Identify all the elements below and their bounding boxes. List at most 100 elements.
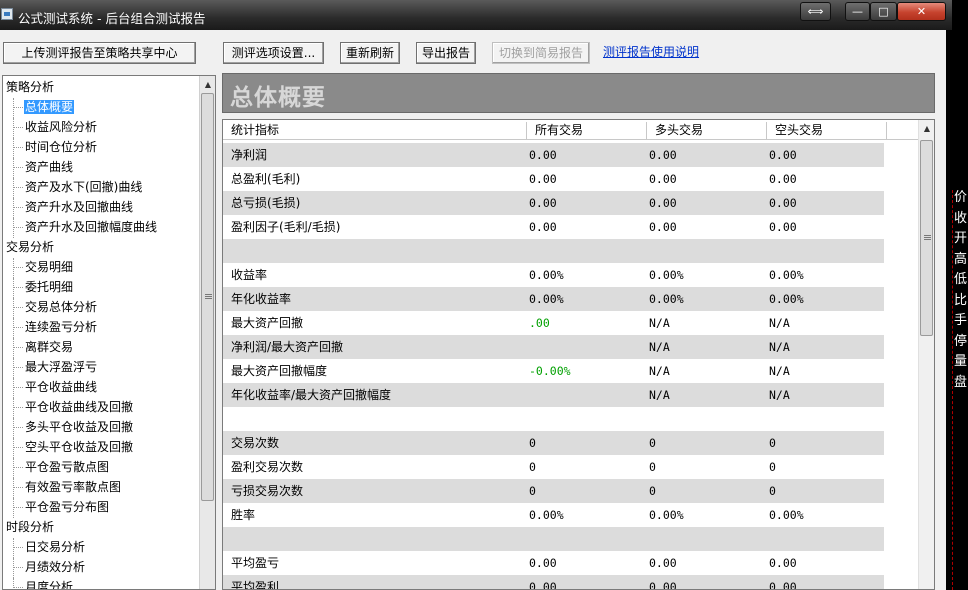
test-options-button[interactable]: 测评选项设置... (223, 42, 324, 64)
quote-label: 停 (954, 333, 968, 349)
report-nav-tree: 策略分析 总体概要 收益风险分析 时间仓位分析 资产曲线 资产及水下(回撤)曲线 资产升水及… (2, 75, 216, 590)
export-report-button[interactable]: 导出报告 (416, 42, 476, 64)
window-title: 公式测试系统 - 后台组合测试报告 (18, 11, 206, 26)
upload-report-button[interactable]: 上传测评报告至策略共享中心 (3, 42, 196, 64)
long-trades-cell: 0.00 (649, 196, 677, 210)
table-row[interactable]: 最大资产回撤幅度 -0.00% N/A N/A (223, 359, 918, 383)
tree-item-label: 日交易分析 (25, 540, 86, 554)
long-trades-cell: 0.00 (649, 148, 677, 162)
tree-item[interactable]: 时间仓位分析 (3, 138, 199, 158)
tree-scrollbar[interactable]: ▲ (199, 76, 215, 589)
table-row[interactable]: 年化收益率/最大资产回撤幅度 N/A N/A (223, 383, 918, 407)
tree-item[interactable]: 交易总体分析 (3, 298, 199, 318)
all-trades-cell: 0 (529, 460, 536, 474)
tree-item[interactable]: 收益风险分析 (3, 118, 199, 138)
tree-item[interactable]: 资产曲线 (3, 158, 199, 178)
tree-category[interactable]: 策略分析 (3, 78, 199, 98)
short-trades-cell: N/A (769, 388, 790, 402)
table-row[interactable]: 总亏损(毛损) 0.00 0.00 0.00 (223, 191, 918, 215)
switch-simple-report-button[interactable]: 切换到简易报告 (492, 42, 590, 64)
grid-scroll-thumb[interactable] (920, 140, 933, 336)
table-row[interactable]: 净利润 0.00 0.00 0.00 (223, 143, 918, 167)
tree-item[interactable]: 总体概要 (3, 98, 199, 118)
quote-label: 手 (954, 313, 968, 328)
table-row[interactable]: 交易次数 0 0 0 (223, 431, 918, 455)
tree-item[interactable]: 平仓收益曲线及回撤 (3, 398, 199, 418)
tree-item[interactable]: 平仓盈亏分布图 (3, 498, 199, 518)
scroll-up-arrow-icon[interactable]: ▲ (200, 76, 215, 93)
table-row[interactable]: 总盈利(毛利) 0.00 0.00 0.00 (223, 167, 918, 191)
tree-category[interactable]: 交易分析 (3, 238, 199, 258)
table-row[interactable]: 平均盈利 0.00 0.00 0.00 (223, 575, 918, 589)
tree-item[interactable]: 平仓收益曲线 (3, 378, 199, 398)
tree-item-label: 最大浮盈浮亏 (25, 360, 98, 374)
tree-item-label: 月度分析 (25, 580, 74, 590)
quote-label: 高 (954, 251, 968, 267)
restore-arrows-button[interactable]: ⟺ (800, 2, 831, 21)
report-help-link[interactable]: 测评报告使用说明 (603, 43, 699, 60)
grid-scroll-grip-icon (924, 235, 931, 240)
short-trades-cell: 0.00 (769, 556, 797, 570)
long-trades-cell: 0.00 (649, 220, 677, 234)
tree-item[interactable]: 离群交易 (3, 338, 199, 358)
tree-item-label: 委托明细 (25, 280, 74, 294)
background-quote-labels: 价收开高低比手停量盘 (954, 188, 968, 393)
table-row[interactable] (223, 527, 918, 551)
grid-scrollbar[interactable]: ▲ (918, 120, 934, 589)
table-row[interactable] (223, 407, 918, 431)
table-row[interactable] (223, 239, 918, 263)
column-header-long[interactable]: 多头交易 (647, 122, 767, 140)
grid-scroll-up-arrow-icon[interactable]: ▲ (919, 120, 934, 137)
tree-item[interactable]: 有效盈亏率散点图 (3, 478, 199, 498)
close-button[interactable]: ✕ (897, 2, 946, 21)
tree-item[interactable]: 月绩效分析 (3, 558, 199, 578)
column-header-metric[interactable]: 统计指标 (223, 122, 527, 140)
tree-item[interactable]: 多头平仓收益及回撤 (3, 418, 199, 438)
tree-item[interactable]: 月度分析 (3, 578, 199, 590)
tree-item-label: 资产升水及回撤曲线 (25, 200, 134, 214)
table-row[interactable]: 亏损交易次数 0 0 0 (223, 479, 918, 503)
refresh-button[interactable]: 重新刷新 (340, 42, 400, 64)
table-row[interactable]: 最大资产回撤 .00 N/A N/A (223, 311, 918, 335)
maximize-button[interactable]: □ (870, 2, 897, 21)
tree-item[interactable]: 资产升水及回撤幅度曲线 (3, 218, 199, 238)
tree-item[interactable]: 空头平仓收益及回撤 (3, 438, 199, 458)
tree-item-label: 时间仓位分析 (25, 140, 98, 154)
quote-label: 开 (954, 231, 968, 246)
tree-item-label: 连续盈亏分析 (25, 320, 98, 334)
metric-cell: 年化收益率/最大资产回撤幅度 (231, 388, 392, 402)
grid-header: 统计指标 所有交易 多头交易 空头交易 (223, 120, 918, 140)
scroll-grip-icon (205, 294, 212, 299)
table-row[interactable]: 收益率 0.00% 0.00% 0.00% (223, 263, 918, 287)
scroll-thumb[interactable] (201, 93, 214, 501)
tree-item[interactable]: 平仓盈亏散点图 (3, 458, 199, 478)
table-row[interactable]: 年化收益率 0.00% 0.00% 0.00% (223, 287, 918, 311)
tree-item[interactable]: 委托明细 (3, 278, 199, 298)
short-trades-cell: 0 (769, 460, 776, 474)
tree-item-label: 策略分析 (6, 80, 55, 94)
tree-item[interactable]: 资产及水下(回撤)曲线 (3, 178, 199, 198)
minimize-button[interactable]: — (845, 2, 870, 21)
tree-item-label: 平仓收益曲线及回撤 (25, 400, 134, 414)
tree-item[interactable]: 交易明细 (3, 258, 199, 278)
tree-item[interactable]: 连续盈亏分析 (3, 318, 199, 338)
short-trades-cell: 0.00 (769, 172, 797, 186)
section-header: 总体概要 (222, 73, 935, 113)
table-row[interactable]: 胜率 0.00% 0.00% 0.00% (223, 503, 918, 527)
all-trades-cell: 0 (529, 484, 536, 498)
table-row[interactable]: 平均盈亏 0.00 0.00 0.00 (223, 551, 918, 575)
column-header-short[interactable]: 空头交易 (767, 122, 887, 140)
all-trades-cell: 0.00% (529, 508, 564, 522)
tree-item[interactable]: 资产升水及回撤曲线 (3, 198, 199, 218)
short-trades-cell: 0.00% (769, 292, 804, 306)
quote-label: 收 (954, 210, 968, 226)
short-trades-cell: 0.00 (769, 196, 797, 210)
table-row[interactable]: 盈利因子(毛利/毛损) 0.00 0.00 0.00 (223, 215, 918, 239)
tree-category[interactable]: 时段分析 (3, 518, 199, 538)
tree-item[interactable]: 日交易分析 (3, 538, 199, 558)
tree-item[interactable]: 最大浮盈浮亏 (3, 358, 199, 378)
column-header-all[interactable]: 所有交易 (527, 122, 647, 140)
table-row[interactable]: 净利润/最大资产回撤 N/A N/A (223, 335, 918, 359)
short-trades-cell: 0.00% (769, 508, 804, 522)
table-row[interactable]: 盈利交易次数 0 0 0 (223, 455, 918, 479)
